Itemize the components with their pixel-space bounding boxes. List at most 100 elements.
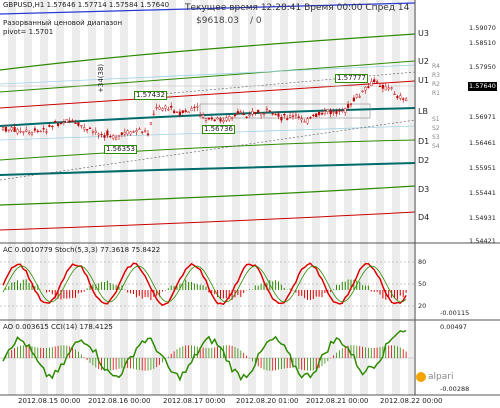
- candle-body: [114, 136, 118, 140]
- candle-body: [19, 130, 22, 133]
- candle-body: [146, 133, 150, 136]
- candle-body: [230, 117, 234, 119]
- balance-label: $9618.03: [196, 16, 239, 26]
- candle-body: [100, 133, 103, 136]
- candle-body: [312, 114, 315, 117]
- price-tick: 1.56971: [469, 113, 496, 121]
- candle-body: [335, 111, 338, 114]
- candle-body: [13, 127, 16, 132]
- candle-body: [85, 129, 89, 131]
- candle-body: [106, 130, 109, 136]
- brand-label: alpari: [428, 372, 454, 382]
- candle-body: [225, 117, 228, 121]
- candle-body: [402, 98, 405, 100]
- candle-body: [51, 125, 54, 128]
- candle-body: [265, 108, 268, 111]
- candle-body: [358, 96, 361, 98]
- ao-cci-title: AO 0.003615 CCI(14) 178.4125: [3, 323, 113, 331]
- candle-body: [271, 113, 274, 115]
- candle-body: [387, 87, 390, 90]
- candle-body: [251, 110, 254, 115]
- candle-body: [297, 116, 300, 118]
- price-tick: 1.58510: [469, 39, 496, 47]
- candle-body: [262, 113, 266, 115]
- candle-body: [172, 110, 176, 114]
- candle-body: [152, 113, 155, 115]
- candle-body: [204, 118, 208, 121]
- candle-body: [126, 130, 129, 135]
- candle-body: [396, 96, 399, 98]
- candle-body: [97, 133, 100, 136]
- candle-body: [378, 85, 382, 88]
- candle-body: [135, 130, 138, 133]
- price-tick: 1.57950: [469, 63, 496, 71]
- candle-body: [109, 136, 112, 138]
- candle-body: [181, 110, 184, 113]
- time-label: 2012.08.21 00:00: [306, 397, 369, 405]
- time-label: 2012.08.20 01:00: [236, 397, 299, 405]
- candle-body: [7, 129, 10, 131]
- session-band: [104, 0, 112, 395]
- candle-body: [155, 106, 158, 109]
- candle-body: [289, 115, 292, 118]
- candle-body: [42, 128, 45, 130]
- candle-body: [112, 135, 115, 139]
- candle-body: [315, 113, 318, 117]
- r4-label: R4: [432, 63, 440, 70]
- session-band: [120, 0, 128, 395]
- price-tick: 1.56461: [469, 139, 496, 147]
- low-annotation-1: 1.56353: [104, 145, 137, 154]
- candle-body: [280, 117, 283, 121]
- session-band: [40, 0, 48, 395]
- candle-body: [370, 81, 373, 87]
- candle-body: [213, 119, 216, 122]
- stoch-scale-20: 20: [418, 302, 427, 310]
- candle-body: [103, 135, 106, 138]
- session-band: [296, 0, 304, 395]
- candle-body: [341, 110, 344, 112]
- session-band: [168, 0, 176, 395]
- candle-body: [74, 122, 77, 124]
- price-tick: 1.54421: [469, 237, 496, 245]
- session-band: [264, 0, 272, 395]
- price-tick: 1.55441: [469, 189, 496, 197]
- candle-body: [291, 115, 295, 117]
- candle-body: [68, 120, 71, 123]
- candle-body: [309, 117, 312, 119]
- session-band: [216, 0, 224, 395]
- time-label: 2012.08.17 00:00: [163, 397, 226, 405]
- candle-body: [71, 120, 74, 122]
- candle-body: [59, 123, 63, 125]
- candle-body: [201, 114, 205, 118]
- candle-body: [170, 105, 173, 108]
- candle-body: [303, 121, 306, 123]
- candle-body: [94, 130, 97, 133]
- level-label-u2: U2: [418, 57, 429, 66]
- candle-body: [326, 109, 329, 112]
- candle-body: [210, 117, 213, 120]
- candle-body: [199, 115, 202, 117]
- high-annotation-2: 1.57777: [335, 74, 368, 83]
- candle-body: [352, 97, 355, 102]
- candle-body: [219, 118, 222, 122]
- candle-body: [158, 106, 161, 110]
- candle-body: [57, 123, 60, 126]
- indicator-name: Разорванный ценовой диапазон: [3, 19, 123, 27]
- time-label: 2012.08.15 00:00: [18, 397, 81, 405]
- alpari-logo-icon: [416, 372, 426, 382]
- price-tick: 1.59070: [469, 24, 496, 32]
- candle-body: [236, 111, 239, 114]
- candle-body: [376, 81, 379, 83]
- candle-body: [228, 116, 231, 121]
- candle-body: [344, 108, 347, 113]
- session-band: [24, 0, 32, 395]
- candle-body: [77, 122, 80, 126]
- candle-body: [364, 86, 367, 91]
- candle-body: [260, 112, 263, 116]
- r3-label: R3: [432, 72, 440, 79]
- candle-body: [80, 125, 83, 127]
- level-label-u3: U3: [418, 29, 429, 38]
- low-annotation-2: 1.56736: [202, 125, 235, 134]
- candle-body: [277, 113, 280, 117]
- session-band: [344, 0, 352, 395]
